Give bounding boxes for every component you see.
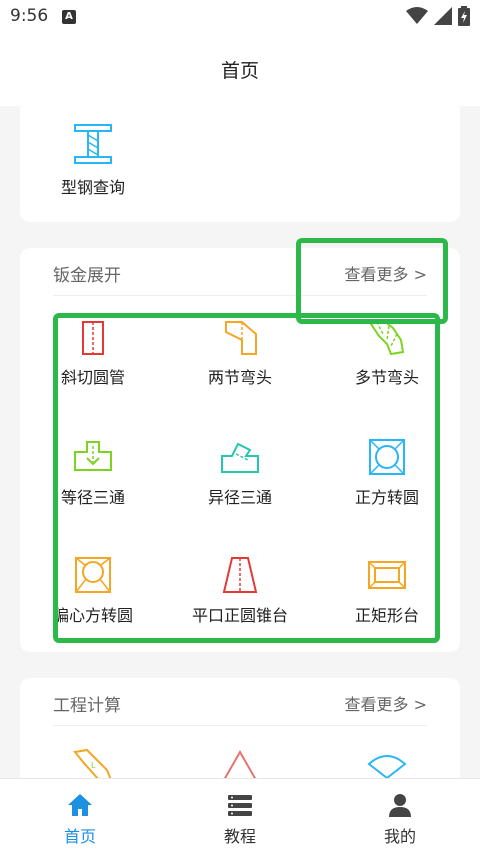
engineering-more-link[interactable]: 查看更多 > — [345, 691, 428, 715]
sheet-item-label: 两节弯头 — [207, 368, 272, 387]
engineering-item-triangle[interactable] — [167, 748, 313, 780]
sheet-item-reducing-tee[interactable]: 异径三通 — [167, 438, 313, 508]
sheet-item-label: 正矩形台 — [354, 606, 419, 625]
flat-cone-frustum-icon — [222, 557, 258, 593]
eccentric-square-to-round-icon — [75, 557, 111, 593]
rectangular-frustum-icon — [368, 561, 406, 589]
nav-tutorial[interactable]: 教程 — [160, 779, 320, 853]
steel-section-card: 型钢查询 — [20, 100, 460, 222]
slope-calc-icon: L — [73, 748, 113, 780]
sheet-item-label: 多节弯头 — [354, 368, 419, 387]
sheet-item-label: 异径三通 — [207, 488, 272, 507]
engineering-card: 工程计算 查看更多 > L — [20, 678, 460, 788]
engineering-item-arc[interactable] — [314, 748, 460, 780]
square-to-round-icon — [369, 439, 405, 475]
sheet-item-label: 斜切圆管 — [60, 368, 125, 387]
nav-home-label: 首页 — [63, 827, 96, 846]
status-icons — [406, 6, 470, 26]
reducing-tee-icon — [221, 442, 259, 473]
sheet-metal-card: 钣金展开 查看更多 > 斜切圆管 两节弯头 多节弯头 等径三通 异径三通 正方转… — [20, 248, 460, 652]
wifi-icon — [406, 7, 428, 24]
engineering-item-slope[interactable]: L — [20, 748, 166, 780]
signal-icon — [434, 7, 452, 25]
arc-calc-icon — [367, 755, 407, 780]
sheet-item-eccentric-square-round[interactable]: 偏心方转圆 — [20, 556, 166, 626]
engineering-header: 工程计算 查看更多 > — [53, 678, 427, 726]
battery-icon — [458, 6, 470, 26]
sheet-item-square-round[interactable]: 正方转圆 — [314, 438, 460, 508]
page-title: 首页 — [220, 60, 259, 82]
steel-query-item[interactable]: 型钢查询 — [20, 122, 166, 198]
status-bar: 9:56 A — [0, 0, 480, 34]
bottom-nav: 首页 教程 我的 — [0, 778, 480, 853]
sheet-item-oblique-pipe[interactable]: 斜切圆管 — [20, 318, 166, 388]
sheet-item-rect-frustum[interactable]: 正矩形台 — [314, 556, 460, 626]
sheet-metal-title: 钣金展开 — [53, 266, 121, 286]
sheet-item-label: 偏心方转圆 — [52, 606, 133, 625]
two-section-elbow-icon — [225, 321, 257, 355]
sheet-metal-more-link[interactable]: 查看更多 > — [345, 261, 428, 285]
sheet-item-label: 等径三通 — [60, 488, 125, 507]
engineering-title: 工程计算 — [53, 696, 121, 716]
sheet-metal-header: 钣金展开 查看更多 > — [53, 248, 427, 296]
sheet-item-label: 正方转圆 — [354, 488, 419, 507]
status-time: 9:56 — [10, 6, 49, 26]
steel-query-label: 型钢查询 — [60, 178, 125, 197]
sheet-item-two-elbow[interactable]: 两节弯头 — [167, 318, 313, 388]
triangle-calc-icon — [222, 749, 258, 780]
sheet-item-multi-elbow[interactable]: 多节弯头 — [314, 318, 460, 388]
notification-icon: A — [62, 10, 76, 24]
oblique-cut-pipe-icon — [82, 321, 104, 355]
multi-section-elbow-icon — [369, 318, 405, 356]
home-icon — [68, 794, 92, 816]
equal-tee-icon — [74, 441, 112, 471]
tutorial-icon — [228, 795, 252, 816]
sheet-item-label: 平口正圆锥台 — [191, 606, 288, 625]
profile-icon — [389, 794, 411, 817]
sheet-item-equal-tee[interactable]: 等径三通 — [20, 438, 166, 508]
sheet-item-cone-frustum[interactable]: 平口正圆锥台 — [167, 556, 313, 626]
app-header: 首页 — [0, 34, 480, 106]
nav-profile[interactable]: 我的 — [320, 779, 480, 853]
nav-home[interactable]: 首页 — [0, 779, 160, 853]
nav-tutorial-label: 教程 — [223, 827, 256, 846]
nav-profile-label: 我的 — [383, 827, 416, 846]
steel-beam-icon — [74, 124, 112, 164]
svg-text:L: L — [91, 761, 96, 770]
